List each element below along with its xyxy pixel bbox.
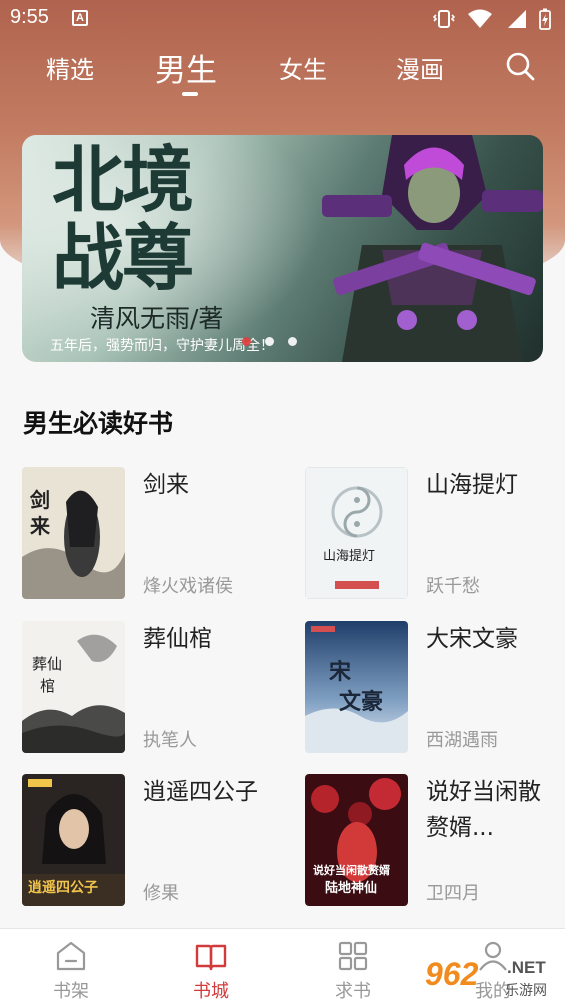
cover-subtitle: 陆地神仙	[325, 880, 377, 896]
banner-author: 清风无雨/著	[90, 304, 224, 333]
book-author: 跃千愁	[426, 576, 480, 597]
signal-icon	[508, 10, 526, 28]
tab-comics[interactable]: 漫画	[396, 50, 444, 85]
wifi-icon	[468, 9, 492, 28]
nav-label: 求书	[335, 981, 371, 1002]
carousel-dot[interactable]	[265, 337, 274, 346]
book-item[interactable]: 葬仙 棺 葬仙棺 执笔人	[22, 621, 272, 755]
book-title: 葬仙棺	[143, 626, 212, 652]
book-item[interactable]: 山海提灯 山海提灯 跃千愁	[305, 467, 555, 601]
search-icon[interactable]	[504, 50, 536, 82]
banner-slogan: 五年后，强势而归，守护妻儿周全！	[50, 338, 274, 354]
book-cover[interactable]: 葬仙 棺	[22, 621, 125, 753]
grid-icon	[338, 941, 368, 971]
nav-bookshelf[interactable]: 书架	[26, 929, 116, 1004]
open-book-icon	[195, 944, 227, 971]
book-cover[interactable]: 逍遥四公子	[22, 774, 125, 906]
tab-featured[interactable]: 精选	[46, 50, 94, 85]
section-title: 男生必读好书	[23, 409, 174, 438]
svg-text:山海提灯: 山海提灯	[323, 548, 375, 564]
book-title: 剑来	[143, 472, 189, 498]
book-author: 烽火戏诸侯	[143, 576, 233, 597]
bookshelf-icon	[56, 941, 86, 971]
nav-label: 书架	[53, 981, 89, 1002]
book-item[interactable]: 剑 来 剑来 烽火戏诸侯	[22, 467, 272, 601]
watermark-site: 乐游网	[505, 983, 547, 999]
svg-text:剑: 剑	[29, 488, 50, 512]
book-title: 说好当闲散赘婿...	[426, 779, 541, 841]
nav-label: 书城	[193, 981, 229, 1002]
carousel-dots	[242, 337, 297, 346]
battery-icon	[539, 8, 551, 30]
nav-bookstore[interactable]: 书城	[166, 929, 256, 1004]
svg-text:文豪: 文豪	[339, 689, 383, 715]
book-title: 逍遥四公子	[143, 779, 258, 805]
status-bar: 9:55 A	[0, 0, 565, 38]
banner-hero-illustration	[322, 135, 543, 362]
banner-title-line1: 北境	[52, 137, 194, 222]
carousel-dot[interactable]	[288, 337, 297, 346]
notification-icon: A	[72, 10, 88, 26]
banner-title: 北境 战尊	[52, 137, 194, 300]
book-title: 山海提灯	[426, 472, 518, 498]
book-cover[interactable]: 剑 来	[22, 467, 125, 599]
svg-text:逍遥四公子: 逍遥四公子	[28, 879, 98, 896]
tab-female[interactable]: 女生	[279, 50, 327, 85]
status-icons	[433, 8, 551, 30]
tab-male[interactable]: 男生	[155, 45, 217, 90]
book-author: 修果	[143, 883, 179, 904]
carousel-dot[interactable]	[242, 337, 251, 346]
active-tab-indicator	[182, 92, 198, 96]
svg-text:棺: 棺	[40, 677, 55, 695]
category-tabs: 精选 男生 女生 漫画	[0, 42, 565, 102]
book-item[interactable]: 说好当闲散赘婿 陆地神仙 说好当闲散赘婿... 卫四月	[305, 774, 555, 908]
banner-title-line2: 战尊	[52, 215, 194, 300]
site-watermark: 962 .NET 乐游网	[425, 950, 565, 1004]
nav-request-book[interactable]: 求书	[308, 929, 398, 1004]
watermark-net: .NET	[507, 958, 546, 977]
book-author: 西湖遇雨	[426, 730, 498, 751]
watermark-number: 962	[425, 956, 479, 992]
book-author: 卫四月	[426, 883, 480, 904]
svg-text:说好当闲散赘婿: 说好当闲散赘婿	[313, 863, 391, 877]
svg-text:葬仙: 葬仙	[32, 655, 62, 673]
book-cover[interactable]: 宋 文豪	[305, 621, 408, 753]
status-time: 9:55	[10, 6, 49, 28]
svg-text:来: 来	[29, 514, 51, 538]
book-cover[interactable]: 说好当闲散赘婿 陆地神仙	[305, 774, 408, 906]
svg-text:宋: 宋	[329, 659, 351, 685]
book-title: 大宋文豪	[426, 626, 518, 652]
promo-banner[interactable]: 北境 战尊 清风无雨/著 五年后，强势而归，守护妻儿周全！	[22, 135, 543, 362]
book-item[interactable]: 宋 文豪 大宋文豪 西湖遇雨	[305, 621, 555, 755]
book-author: 执笔人	[143, 730, 197, 751]
book-cover[interactable]: 山海提灯	[305, 467, 408, 599]
vibrate-icon	[433, 10, 455, 28]
book-item[interactable]: 逍遥四公子 逍遥四公子 修果	[22, 774, 272, 908]
